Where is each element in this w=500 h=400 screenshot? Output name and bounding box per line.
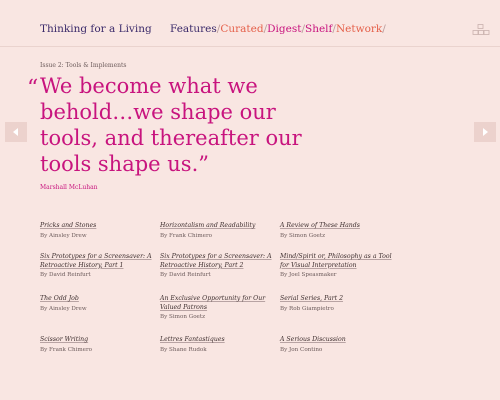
article-title[interactable]: A Review of These Hands (280, 222, 395, 231)
article-byline: By Jon Contino (280, 346, 323, 353)
article-item[interactable]: Scissor Writing By Frank Chimero (40, 336, 155, 353)
article-title[interactable]: An Exclusive Opportunity for Our Valued … (160, 295, 275, 312)
article-byline: By Joel Speasmaker (280, 272, 337, 278)
quote-author: Marshall McLuhan (40, 184, 98, 191)
article-title[interactable]: Mind/Spirit or, Philosophy as a Tool for… (280, 253, 395, 270)
nav-curated[interactable]: Curated (220, 23, 263, 35)
article-title[interactable]: The Odd Job (40, 295, 155, 304)
article-item[interactable]: Lettres Fantastiques By Shane Rudok (160, 336, 275, 353)
article-item[interactable]: The Odd Job By Ainsley Drew (40, 295, 155, 312)
article-item[interactable]: A Review of These Hands By Simon Goetz (280, 222, 395, 239)
arrow-left-icon (13, 128, 18, 136)
article-item[interactable]: Mind/Spirit or, Philosophy as a Tool for… (280, 253, 395, 278)
main-nav: Features/Curated/Digest/Shelf/Network/ (170, 23, 386, 35)
open-quote-mark: “ (27, 76, 39, 101)
article-item[interactable]: An Exclusive Opportunity for Our Valued … (160, 295, 275, 320)
pull-quote: We become what we behold…we shape our to… (40, 74, 302, 176)
article-title[interactable]: Pricks and Stones (40, 222, 155, 231)
article-byline: By David Reinfurt (160, 272, 211, 278)
article-byline: By Frank Chimero (40, 346, 93, 353)
grid-icon[interactable] (472, 24, 490, 36)
article-item[interactable]: Horizontalism and Readability By Frank C… (160, 222, 275, 239)
article-byline: By David Reinfurt (40, 272, 91, 278)
nav-digest[interactable]: Digest (267, 23, 301, 35)
article-title[interactable]: Lettres Fantastiques (160, 336, 275, 345)
article-byline: By Shane Rudok (160, 346, 207, 353)
arrow-right-icon (483, 128, 488, 136)
article-byline: By Ainsley Drew (40, 232, 87, 239)
article-title[interactable]: Serial Series, Part 2 (280, 295, 395, 304)
article-item[interactable]: Serial Series, Part 2 By Rob Giampietro (280, 295, 395, 312)
previous-issue-button[interactable] (5, 122, 27, 142)
article-item[interactable]: A Serious Discussion By Jon Contino (280, 336, 395, 353)
article-title[interactable]: Six Prototypes for a Screensaver: A Retr… (160, 253, 275, 270)
article-item[interactable]: Pricks and Stones By Ainsley Drew (40, 222, 155, 239)
next-issue-button[interactable] (474, 122, 496, 142)
article-byline: By Rob Giampietro (280, 305, 334, 312)
article-byline: By Frank Chimero (160, 232, 213, 239)
article-byline: By Simon Goetz (160, 314, 206, 320)
site-header: Thinking for a Living Features/Curated/D… (0, 0, 500, 47)
site-title[interactable]: Thinking for a Living (40, 23, 152, 35)
article-byline: By Ainsley Drew (40, 305, 87, 312)
article-title[interactable]: Scissor Writing (40, 336, 155, 345)
nav-features[interactable]: Features (170, 23, 217, 35)
article-item[interactable]: Six Prototypes for a Screensaver: A Retr… (160, 253, 275, 278)
article-byline: By Simon Goetz (280, 232, 326, 239)
article-title[interactable]: Horizontalism and Readability (160, 222, 275, 231)
article-title[interactable]: A Serious Discussion (280, 336, 395, 345)
article-title[interactable]: Six Prototypes for a Screensaver: A Retr… (40, 253, 155, 270)
nav-separator: / (382, 23, 386, 35)
nav-shelf[interactable]: Shelf (305, 23, 332, 35)
nav-network[interactable]: Network (336, 23, 382, 35)
issue-label: Issue 2: Tools & Implements (40, 62, 127, 69)
article-item[interactable]: Six Prototypes for a Screensaver: A Retr… (40, 253, 155, 278)
